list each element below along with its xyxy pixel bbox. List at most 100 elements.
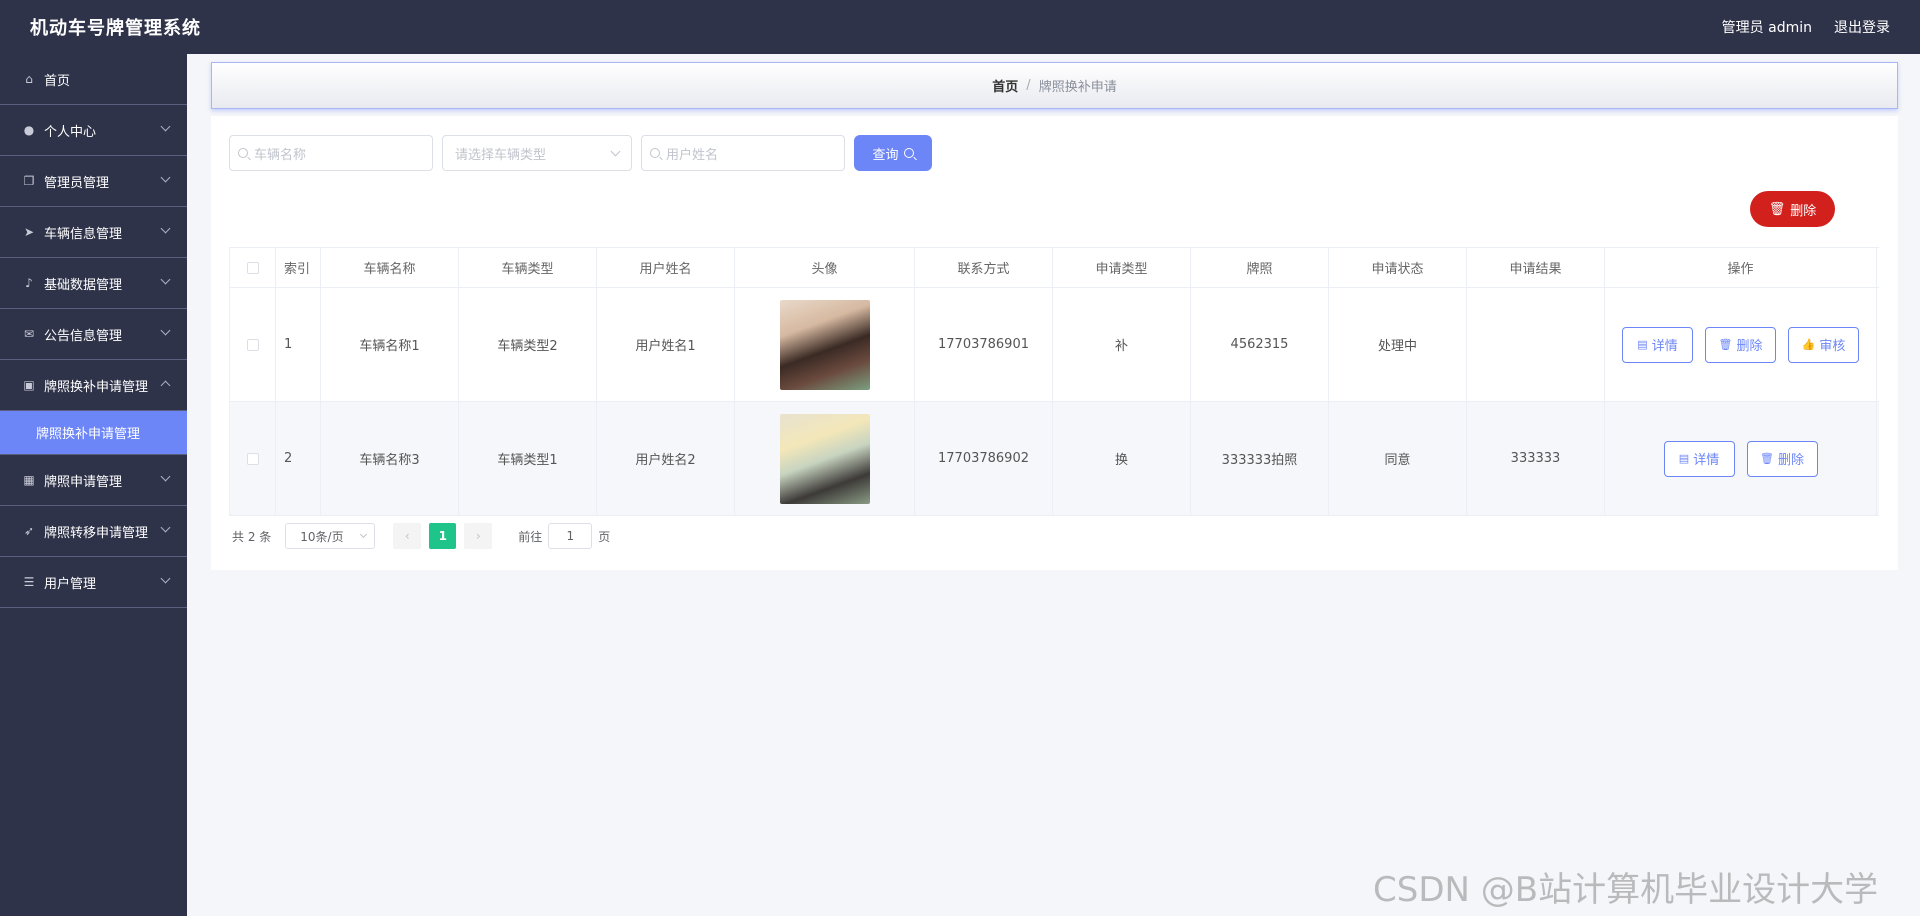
select-all-checkbox[interactable] bbox=[246, 261, 259, 274]
search-icon bbox=[650, 148, 660, 158]
avatar[interactable] bbox=[779, 413, 870, 504]
delete-button-label: 删除 bbox=[1777, 453, 1804, 468]
plate-cell: 333333拍照 bbox=[1191, 402, 1329, 515]
review-button[interactable]: 👍 审核 bbox=[1788, 326, 1859, 363]
pagination: 共 2 条 10条/页 ‹ 1 › 前往 1 页 bbox=[232, 523, 610, 549]
page-number-current[interactable]: 1 bbox=[429, 523, 457, 549]
watermark: CSDN @B站计算机毕业设计大学 bbox=[1373, 870, 1879, 910]
picture-icon: ▣ bbox=[23, 378, 35, 392]
sidebar-item-admin-management[interactable]: ❐ 管理员管理 bbox=[0, 156, 187, 207]
table-row: 1 车辆名称1 车辆类型2 用户姓名1 17703786901 补 456231… bbox=[230, 288, 1879, 402]
query-button-label: 查询 bbox=[872, 147, 899, 163]
vehicle-name-cell: 车辆名称3 bbox=[321, 402, 459, 515]
chevron-up-icon bbox=[160, 380, 171, 391]
status-cell: 处理中 bbox=[1329, 288, 1467, 401]
avatar-cell bbox=[735, 288, 915, 401]
table-row: 2 车辆名称3 车辆类型1 用户姓名2 17703786902 换 333333… bbox=[230, 402, 1879, 516]
logout-link[interactable]: 退出登录 bbox=[1834, 17, 1890, 37]
chevron-down-icon bbox=[160, 573, 171, 584]
sidebar-item-basic-data[interactable]: ♪ 基础数据管理 bbox=[0, 258, 187, 309]
detail-button[interactable]: ▤ 详情 bbox=[1663, 440, 1735, 477]
user-name-input[interactable]: 用户姓名 bbox=[641, 135, 845, 171]
vehicle-type-cell: 车辆类型2 bbox=[459, 288, 597, 401]
avatar-cell bbox=[735, 402, 915, 515]
sidebar-item-label: 个人中心 bbox=[44, 124, 97, 140]
chevron-down-icon bbox=[160, 121, 171, 132]
sidebar-item-plate-transfer[interactable]: ➶ 牌照转移申请管理 bbox=[0, 506, 187, 557]
thumbs-up-icon: 👍 bbox=[1801, 338, 1816, 351]
batch-delete-button[interactable]: 🗑 删除 bbox=[1750, 191, 1835, 227]
detail-button-label: 详情 bbox=[1651, 339, 1678, 354]
sidebar-item-label: 牌照换补申请管理 bbox=[44, 379, 149, 395]
document-icon: ▤ bbox=[1637, 338, 1648, 351]
search-icon bbox=[238, 148, 248, 158]
column-header: 申请状态 bbox=[1329, 248, 1467, 287]
app-title: 机动车号牌管理系统 bbox=[30, 18, 201, 39]
column-header: 联系方式 bbox=[915, 248, 1053, 287]
column-header: 牌照 bbox=[1191, 248, 1329, 287]
user-name-cell: 用户姓名2 bbox=[597, 402, 735, 515]
delete-button[interactable]: 🗑 删除 bbox=[1746, 440, 1818, 477]
select-all-cell bbox=[230, 248, 276, 287]
sidebar-item-label: 管理员管理 bbox=[44, 175, 110, 191]
sidebar-item-label: 首页 bbox=[44, 73, 71, 89]
query-button[interactable]: 查询 bbox=[854, 135, 932, 171]
goto-page-input[interactable]: 1 bbox=[548, 523, 593, 549]
row-select-cell bbox=[230, 288, 276, 401]
breadcrumb-separator: / bbox=[1026, 78, 1031, 93]
prev-page-button[interactable]: ‹ bbox=[393, 523, 422, 549]
vehicle-type-select[interactable]: 请选择车辆类型 bbox=[442, 135, 632, 171]
sidebar-item-home[interactable]: ⌂ 首页 bbox=[0, 54, 187, 105]
column-header: 车辆名称 bbox=[321, 248, 459, 287]
chevron-down-icon bbox=[160, 471, 171, 482]
row-checkbox[interactable] bbox=[246, 338, 259, 351]
avatar[interactable] bbox=[779, 299, 870, 390]
search-bar: 车辆名称 请选择车辆类型 用户姓名 查询 bbox=[229, 135, 932, 171]
sidebar-subitem-plate-replace-active[interactable]: 牌照换补申请管理 bbox=[0, 411, 187, 455]
delete-button[interactable]: 🗑 删除 bbox=[1705, 326, 1776, 363]
sidebar-item-plate-replace[interactable]: ▣ 牌照换补申请管理 bbox=[0, 360, 187, 411]
document-icon: ▤ bbox=[1678, 452, 1690, 465]
breadcrumb-home[interactable]: 首页 bbox=[992, 76, 1018, 95]
status-cell: 同意 bbox=[1329, 402, 1467, 515]
apply-type-cell: 换 bbox=[1053, 402, 1191, 515]
sidebar-item-label: 用户管理 bbox=[44, 576, 97, 592]
detail-button[interactable]: ▤ 详情 bbox=[1622, 326, 1693, 363]
position-icon: ➶ bbox=[23, 524, 35, 538]
sidebar-item-label: 车辆信息管理 bbox=[44, 226, 123, 242]
main-panel: 车辆名称 请选择车辆类型 用户姓名 查询 🗑 删除 索引 车辆名称 车辆类型 用… bbox=[211, 116, 1898, 570]
detail-button-label: 详情 bbox=[1693, 453, 1720, 468]
chevron-down-icon bbox=[160, 522, 171, 533]
apply-type-cell: 补 bbox=[1053, 288, 1191, 401]
breadcrumb: 首页 / 牌照换补申请 bbox=[211, 62, 1898, 109]
row-checkbox[interactable] bbox=[246, 452, 259, 465]
plate-cell: 4562315 bbox=[1191, 288, 1329, 401]
admin-user-label[interactable]: 管理员 admin bbox=[1722, 17, 1812, 37]
phone-cell: 17703786902 bbox=[915, 402, 1053, 515]
index-cell: 2 bbox=[276, 402, 321, 515]
row-select-cell bbox=[230, 402, 276, 515]
sidebar-item-plate-apply[interactable]: ▦ 牌照申请管理 bbox=[0, 455, 187, 506]
column-header: 用户姓名 bbox=[597, 248, 735, 287]
actions-cell: ▤ 详情 🗑 删除 bbox=[1605, 402, 1877, 515]
column-header: 车辆类型 bbox=[459, 248, 597, 287]
total-count: 共 2 条 bbox=[232, 529, 272, 544]
result-cell bbox=[1467, 288, 1605, 401]
vehicle-name-cell: 车辆名称1 bbox=[321, 288, 459, 401]
home-icon: ⌂ bbox=[25, 72, 33, 86]
list-icon: ☰ bbox=[23, 575, 35, 589]
page-size-value: 10条/页 bbox=[300, 529, 344, 544]
vehicle-type-cell: 车辆类型1 bbox=[459, 402, 597, 515]
user-name-cell: 用户姓名1 bbox=[597, 288, 735, 401]
sidebar-item-label: 牌照申请管理 bbox=[44, 474, 123, 490]
sidebar-item-announcement[interactable]: ✉ 公告信息管理 bbox=[0, 309, 187, 360]
sidebar-item-label: 公告信息管理 bbox=[44, 328, 123, 344]
next-page-button[interactable]: › bbox=[464, 523, 493, 549]
sidebar-item-personal-center[interactable]: ● 个人中心 bbox=[0, 105, 187, 156]
table-header-row: 索引 车辆名称 车辆类型 用户姓名 头像 联系方式 申请类型 牌照 申请状态 申… bbox=[230, 248, 1879, 288]
delete-button-label: 删除 bbox=[1736, 339, 1763, 354]
sidebar-item-user-management[interactable]: ☰ 用户管理 bbox=[0, 557, 187, 608]
sidebar-item-vehicle-info[interactable]: ➤ 车辆信息管理 bbox=[0, 207, 187, 258]
page-size-select[interactable]: 10条/页 bbox=[285, 523, 376, 549]
vehicle-name-input[interactable]: 车辆名称 bbox=[229, 135, 433, 171]
